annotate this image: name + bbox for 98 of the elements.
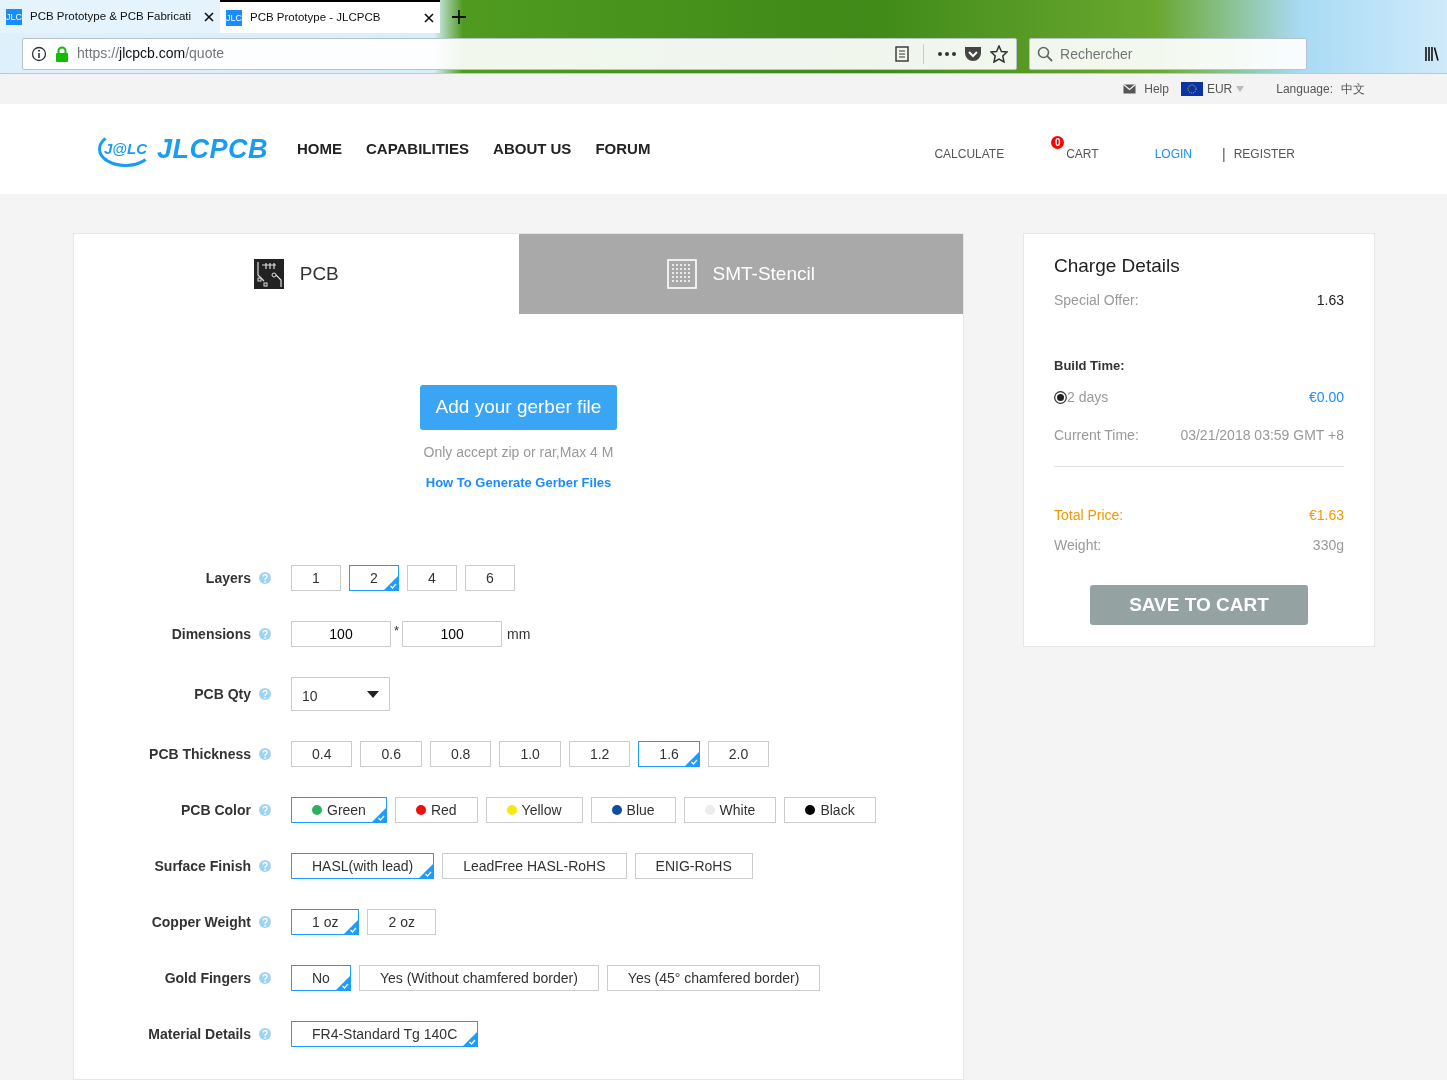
nav-link[interactable]: FORUM xyxy=(595,137,651,161)
option-label: Surface Finish xyxy=(154,856,251,876)
circuit-board-icon xyxy=(253,259,284,289)
option-button[interactable]: 0.6 xyxy=(360,741,422,767)
calculate-link[interactable]: CALCULATE xyxy=(934,145,1005,163)
total-price-label: Total Price: xyxy=(1054,506,1124,525)
option-label: PCB Thickness xyxy=(149,744,251,764)
tab-title: PCB Prototype - JLCPCB xyxy=(250,9,382,25)
browser-tab[interactable]: JLC PCB Prototype & PCB Fabricati xyxy=(0,0,220,33)
link-separator: | xyxy=(1222,144,1226,164)
quantity-select[interactable]: 10 xyxy=(291,677,390,711)
caret-icon xyxy=(367,690,379,698)
favicon: JLC xyxy=(6,8,22,25)
language-label: Language: xyxy=(1276,81,1333,98)
nav-link[interactable]: ABOUT US xyxy=(493,137,572,161)
check-corner-icon xyxy=(371,808,386,822)
lock-icon[interactable] xyxy=(55,45,69,62)
check-corner-icon xyxy=(684,752,699,766)
register-link[interactable]: REGISTER xyxy=(1233,145,1295,163)
total-price-value: €1.63 xyxy=(1308,506,1344,525)
option-label: Material Details xyxy=(148,1024,251,1044)
weight-label: Weight: xyxy=(1054,536,1102,555)
url-text: https://jlcpcb.com/quote xyxy=(77,44,226,63)
check-corner-icon xyxy=(419,864,434,878)
width-field[interactable]: 100 xyxy=(291,621,391,647)
option-button[interactable]: 6 xyxy=(465,565,515,591)
browser-tab[interactable]: JLC PCB Prototype - JLCPCB xyxy=(220,0,440,33)
radio-button[interactable] xyxy=(1054,391,1067,404)
charge-title: Charge Details xyxy=(1054,254,1181,278)
option-button[interactable]: 0.8 xyxy=(429,741,492,767)
unit-label: mm xyxy=(507,624,531,644)
current-time-label: Current Time: xyxy=(1054,426,1139,445)
language-link[interactable]: 中文 xyxy=(1341,80,1365,98)
new-tab-icon[interactable] xyxy=(452,10,466,24)
option-button[interactable]: 1.6 xyxy=(638,741,700,767)
option-button[interactable]: 1.0 xyxy=(499,741,561,767)
favicon: JLC xyxy=(226,9,242,26)
nav-link[interactable]: HOME xyxy=(297,137,342,161)
nav-link[interactable]: CAPABILITIES xyxy=(366,137,470,161)
check-corner-icon xyxy=(384,576,398,590)
library-icon[interactable] xyxy=(1425,45,1439,62)
search-field[interactable]: Rechercher xyxy=(1029,37,1308,70)
option-button[interactable]: FR4-Standard Tg 140C xyxy=(291,1021,479,1047)
stencil-icon xyxy=(666,259,697,289)
close-icon[interactable] xyxy=(424,12,434,23)
option-button[interactable]: 1.2 xyxy=(568,741,631,767)
option-button[interactable]: Yes (45° chamfered border) xyxy=(606,965,821,991)
weight-value: 330g xyxy=(1312,536,1344,555)
option-button[interactable]: 1 xyxy=(291,565,341,591)
option-button[interactable]: HASL(with lead) xyxy=(291,853,435,879)
dimension-separator: * xyxy=(394,622,400,640)
check-corner-icon xyxy=(463,1032,478,1046)
option-button[interactable]: Green xyxy=(291,797,387,823)
reader-icon[interactable] xyxy=(895,45,910,62)
option-button[interactable]: 1 oz xyxy=(291,909,360,935)
build-time-price: €0.00 xyxy=(1308,388,1344,407)
option-label: Copper Weight xyxy=(151,912,251,932)
caret-icon xyxy=(1236,86,1245,92)
pocket-icon[interactable] xyxy=(964,45,983,62)
option-button[interactable]: Yellow xyxy=(485,797,583,823)
option-label: Gold Fingers xyxy=(164,968,251,988)
option-button[interactable]: ENIG-RoHS xyxy=(634,853,753,879)
upload-note: Only accept zip or rar,Max 4 M xyxy=(423,442,614,462)
option-button[interactable]: Yes (Without chamfered border) xyxy=(358,965,599,991)
more-icon[interactable] xyxy=(938,51,957,56)
option-label: Dimensions xyxy=(171,624,251,644)
current-time-value: 03/21/2018 03:59 GMT +8 xyxy=(1180,426,1344,445)
special-offer-label: Special Offer: xyxy=(1054,290,1139,310)
mail-icon[interactable] xyxy=(1123,84,1137,94)
help-link[interactable]: Help xyxy=(1144,80,1169,98)
check-corner-icon xyxy=(344,920,359,934)
search-icon xyxy=(1037,45,1054,62)
star-icon[interactable] xyxy=(990,44,1009,63)
build-time-label: Build Time: xyxy=(1054,356,1126,375)
option-button[interactable]: LeadFree HASL-RoHS xyxy=(442,853,627,879)
option-label: PCB Qty xyxy=(194,684,251,704)
option-button[interactable]: Blue xyxy=(590,797,676,823)
address-bar[interactable]: https://jlcpcb.com/quote xyxy=(22,37,1018,70)
flag-icon xyxy=(1180,82,1203,96)
option-button[interactable]: No xyxy=(291,965,351,991)
option-button[interactable]: Red xyxy=(394,797,478,823)
option-button[interactable]: White xyxy=(683,797,777,823)
info-icon[interactable] xyxy=(31,45,47,62)
option-label: PCB Color xyxy=(181,800,251,820)
cart-count-badge: 0 xyxy=(1051,136,1065,149)
option-label: Layers xyxy=(205,568,251,588)
close-icon[interactable] xyxy=(204,11,214,22)
height-field[interactable]: 100 xyxy=(402,621,503,647)
option-button[interactable]: 2 xyxy=(349,565,399,591)
option-button[interactable]: Black xyxy=(784,797,876,823)
option-button[interactable]: 0.4 xyxy=(291,741,353,767)
special-offer-value: 1.63 xyxy=(1316,290,1344,310)
option-button[interactable]: 2 oz xyxy=(367,909,436,935)
option-button[interactable]: 2.0 xyxy=(707,741,770,767)
tab-title: PCB Prototype & PCB Fabricati xyxy=(30,8,193,24)
option-button[interactable]: 4 xyxy=(407,565,457,591)
currency-selector[interactable]: EUR xyxy=(1206,80,1245,98)
check-corner-icon xyxy=(335,976,350,990)
